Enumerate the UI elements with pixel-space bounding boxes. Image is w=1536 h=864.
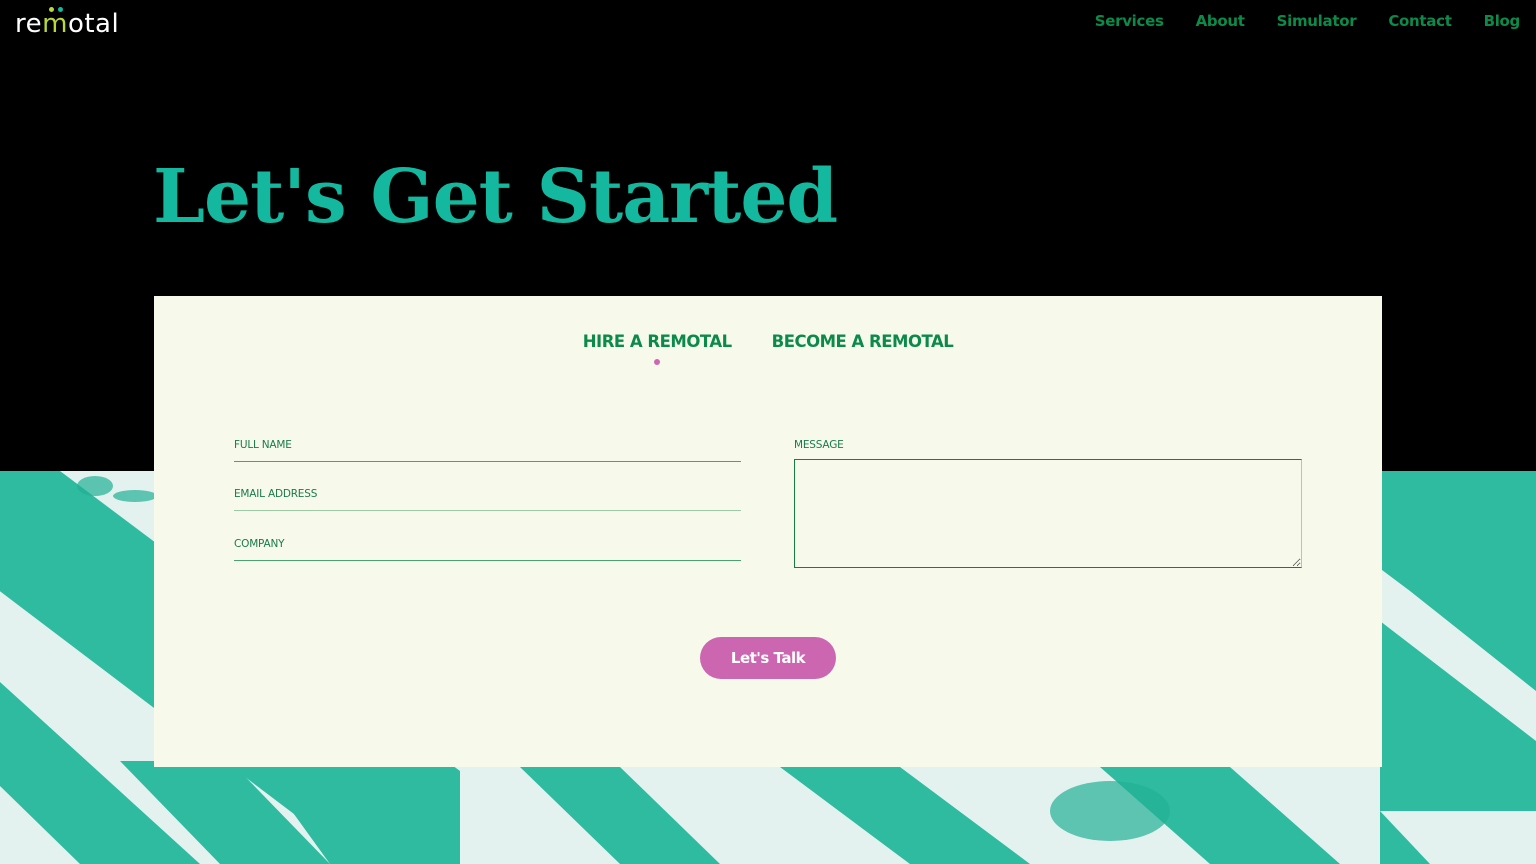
message-field-group: MESSAGE (794, 439, 1302, 568)
page-title: Let's Get Started (153, 154, 838, 240)
tab-label: HIRE A REMOTAL (582, 332, 732, 351)
form-tabs: HIRE A REMOTAL BECOME A REMOTAL (154, 332, 1382, 365)
full-name-label: FULL NAME (234, 439, 292, 451)
company-field-group: COMPANY (234, 538, 741, 561)
tab-become-a-remotal[interactable]: BECOME A REMOTAL (772, 332, 954, 359)
logo-m-mark: m (42, 7, 68, 39)
logo-text-prefix: re (15, 9, 43, 39)
logo-people-dots-icon (46, 7, 66, 13)
full-name-input[interactable] (234, 454, 741, 462)
site-header: re m otal Services About Simulator Conta… (0, 0, 1536, 48)
nav-blog[interactable]: Blog (1484, 12, 1521, 30)
tab-hire-a-remotal[interactable]: HIRE A REMOTAL (582, 332, 732, 365)
company-label: COMPANY (234, 538, 285, 550)
active-tab-indicator-dot (654, 359, 661, 365)
tab-label: BECOME A REMOTAL (771, 332, 954, 351)
email-label: EMAIL ADDRESS (234, 488, 318, 500)
company-input[interactable] (234, 553, 741, 561)
nav-about[interactable]: About (1196, 12, 1245, 30)
remotal-logo[interactable]: re m otal (15, 7, 120, 40)
logo-text-suffix: otal (67, 9, 120, 39)
nav-simulator[interactable]: Simulator (1277, 12, 1357, 30)
nav-services[interactable]: Services (1095, 12, 1164, 30)
full-name-field-group: FULL NAME (234, 439, 741, 462)
lets-talk-button[interactable]: Let's Talk (700, 637, 836, 679)
email-input[interactable] (234, 503, 741, 511)
email-field-group: EMAIL ADDRESS (234, 488, 741, 511)
logo-text-m: m (42, 9, 68, 39)
main-nav: Services About Simulator Contact Blog (1063, 12, 1521, 30)
message-label: MESSAGE (794, 439, 844, 451)
message-textarea[interactable] (794, 459, 1302, 568)
nav-contact[interactable]: Contact (1388, 12, 1452, 30)
contact-form-card: HIRE A REMOTAL BECOME A REMOTAL FULL NAM… (154, 296, 1382, 767)
